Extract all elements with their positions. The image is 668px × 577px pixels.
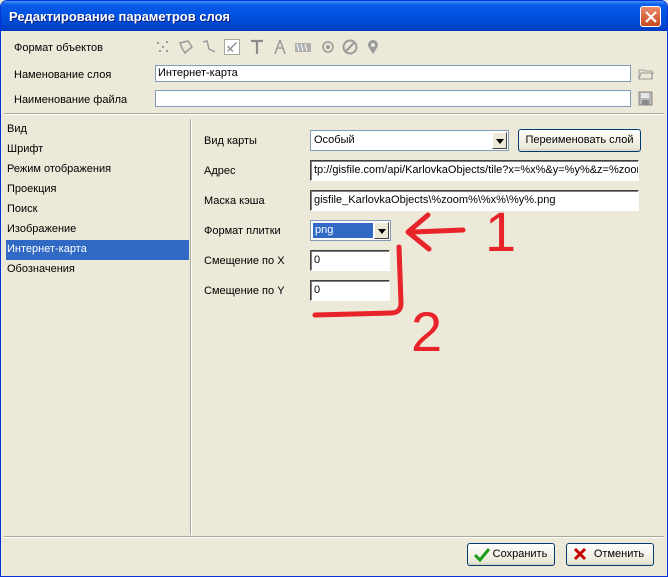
vertical-separator bbox=[190, 119, 192, 535]
sidebar-item-search[interactable]: Поиск bbox=[6, 200, 189, 220]
cache-mask-label: Маска кэша bbox=[204, 195, 265, 207]
sidebar-item-internet-map[interactable]: Интернет-карта bbox=[6, 240, 189, 260]
points-icon[interactable] bbox=[155, 39, 171, 55]
no-entry-icon[interactable] bbox=[342, 39, 358, 55]
marker-icon[interactable] bbox=[365, 39, 381, 55]
line-icon[interactable] bbox=[224, 39, 240, 55]
offset-y-label: Смещение по Y bbox=[204, 285, 285, 297]
offset-x-label: Смещение по X bbox=[204, 255, 285, 267]
map-type-select[interactable]: Особый bbox=[310, 130, 509, 151]
top-separator bbox=[4, 113, 664, 115]
offset-x-input[interactable]: 0 bbox=[310, 250, 390, 271]
open-folder-icon[interactable] bbox=[638, 67, 654, 84]
bottom-separator bbox=[4, 536, 664, 538]
map-type-label: Вид карты bbox=[204, 135, 257, 147]
window-title: Редактирование параметров слоя bbox=[9, 9, 230, 24]
file-name-input[interactable] bbox=[155, 90, 631, 107]
layer-name-input[interactable]: Интернет-карта bbox=[155, 65, 631, 82]
sidebar-item-font[interactable]: Шрифт bbox=[6, 140, 189, 160]
layer-name-label: Наменование слоя bbox=[14, 69, 112, 81]
sidebar-item-view[interactable]: Вид bbox=[6, 120, 189, 140]
polyline-icon[interactable] bbox=[201, 39, 217, 55]
title-bar[interactable]: Редактирование параметров слоя bbox=[1, 1, 667, 31]
close-icon bbox=[645, 11, 657, 23]
cross-icon bbox=[573, 547, 587, 561]
polygon-icon[interactable] bbox=[178, 39, 194, 55]
address-input[interactable]: tp://gisfile.com/api/KarlovkaObjects/til… bbox=[310, 160, 639, 181]
close-button[interactable] bbox=[640, 6, 661, 27]
dialog-window: Редактирование параметров слоя Формат об… bbox=[0, 0, 668, 577]
file-name-label: Наименование файла bbox=[14, 94, 128, 106]
map-type-value: Особый bbox=[314, 134, 355, 146]
format-label: Формат объектов bbox=[14, 42, 103, 54]
compass-icon[interactable] bbox=[272, 39, 288, 55]
chevron-down-icon[interactable] bbox=[374, 222, 389, 239]
rename-layer-button[interactable]: Переименовать слой bbox=[518, 129, 641, 152]
sidebar-item-legend[interactable]: Обозначения bbox=[6, 260, 189, 280]
chevron-down-icon[interactable] bbox=[492, 132, 507, 149]
cache-mask-input[interactable]: gisfile_KarlovkaObjects\%zoom%\%x%\%y%.p… bbox=[310, 190, 639, 211]
checkmark-icon bbox=[474, 548, 490, 562]
tile-format-value: png bbox=[312, 222, 374, 239]
text-icon[interactable] bbox=[249, 39, 265, 55]
dialog-body: Формат объектов Наменование слоя Интерне… bbox=[4, 31, 664, 574]
save-button[interactable]: Сохранить bbox=[467, 543, 555, 566]
offset-y-input[interactable]: 0 bbox=[310, 280, 390, 301]
sidebar-item-display-mode[interactable]: Режим отображения bbox=[6, 160, 189, 180]
cancel-button[interactable]: Отменить bbox=[566, 543, 654, 566]
tile-format-label: Формат плитки bbox=[204, 225, 281, 237]
circle-icon[interactable] bbox=[320, 39, 336, 55]
save-disk-icon[interactable] bbox=[638, 91, 653, 109]
pattern-icon[interactable] bbox=[294, 39, 311, 55]
tile-format-select[interactable]: png bbox=[310, 220, 391, 241]
sidebar-item-projection[interactable]: Проекция bbox=[6, 180, 189, 200]
address-label: Адрес bbox=[204, 165, 236, 177]
sidebar-item-image[interactable]: Изображение bbox=[6, 220, 189, 240]
